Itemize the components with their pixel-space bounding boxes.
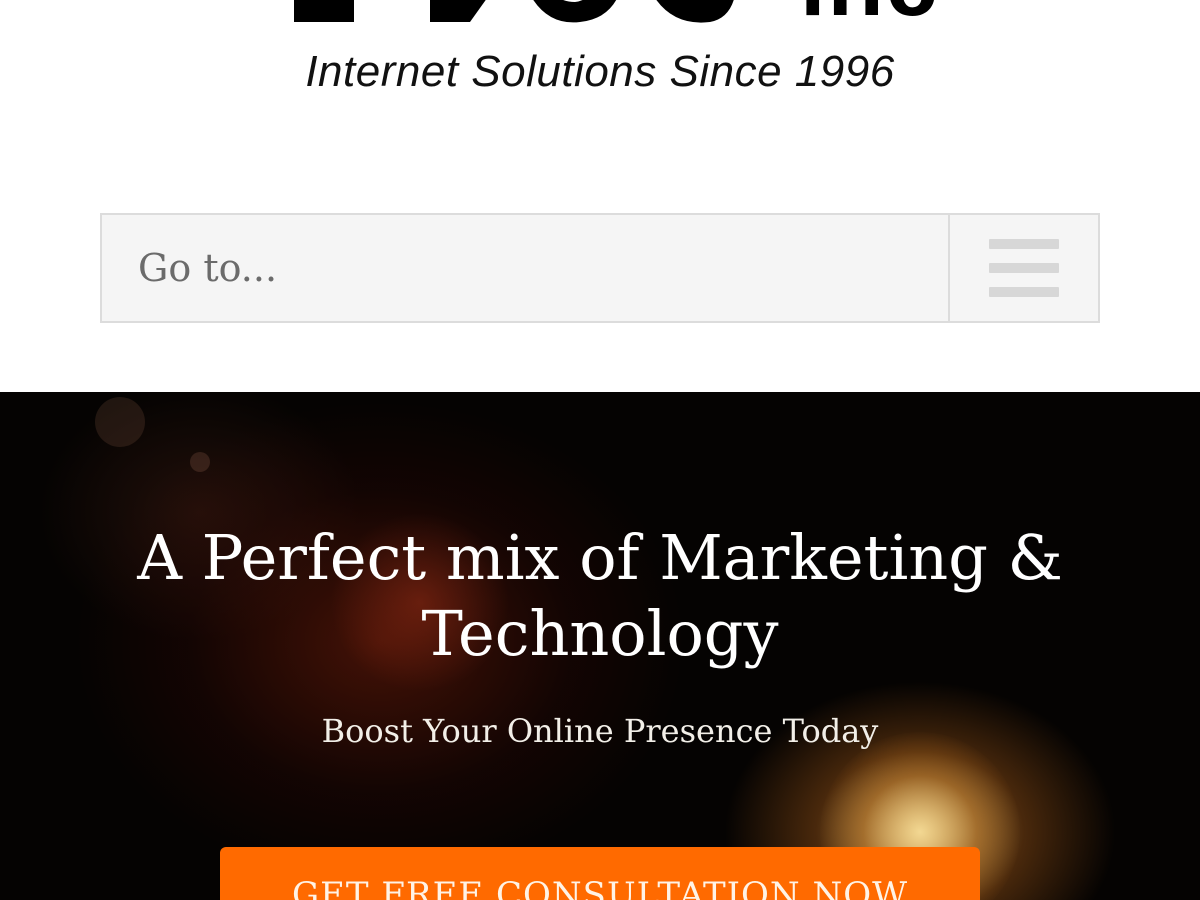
lens-flare-decoration bbox=[95, 397, 145, 447]
hero-subtitle: Boost Your Online Presence Today bbox=[321, 712, 879, 750]
logo-wordmark: inc bbox=[800, 0, 939, 30]
hero-title: A Perfect mix of Marketing & Technology bbox=[137, 521, 1063, 670]
mobile-nav-select[interactable]: Go to... bbox=[100, 213, 1100, 323]
site-logo[interactable]: inc Internet Solutions Since 1996 bbox=[280, 0, 937, 110]
nav-toggle-button[interactable] bbox=[948, 215, 1098, 321]
lens-flare-decoration bbox=[190, 452, 210, 472]
hamburger-menu-icon bbox=[989, 239, 1059, 297]
free-consultation-button[interactable]: GET FREE CONSULTATION NOW bbox=[220, 847, 980, 900]
logo-tagline: Internet Solutions Since 1996 bbox=[305, 47, 895, 96]
hero-banner: A Perfect mix of Marketing & Technology … bbox=[0, 392, 1200, 900]
site-header: inc Internet Solutions Since 1996 Go to.… bbox=[0, 0, 1200, 392]
nav-select-label: Go to... bbox=[138, 246, 278, 290]
